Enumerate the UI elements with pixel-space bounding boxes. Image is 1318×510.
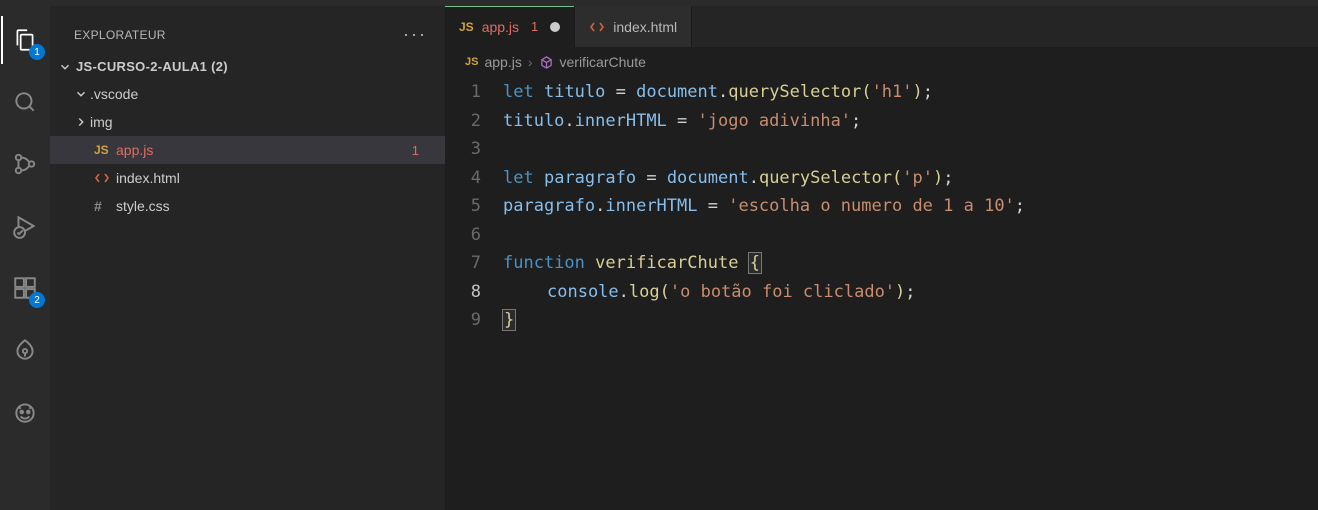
- js-file-icon: JS: [465, 56, 478, 68]
- activity-search[interactable]: [1, 78, 49, 126]
- tree-label: .vscode: [90, 86, 445, 102]
- symbol-method-icon: [539, 55, 554, 70]
- file-index-html[interactable]: index.html: [50, 164, 445, 192]
- chevron-down-icon: [58, 60, 72, 74]
- tree-label: style.css: [116, 198, 445, 214]
- line-number: 8: [445, 278, 481, 307]
- activity-source-control[interactable]: [1, 140, 49, 188]
- editor-tabs: JS app.js 1 index.html: [445, 6, 1318, 48]
- js-file-icon: JS: [94, 143, 116, 157]
- css-file-icon: #: [94, 198, 116, 214]
- tab-index-html[interactable]: index.html: [575, 6, 692, 47]
- tab-error-count: 1: [531, 19, 538, 34]
- chevron-down-icon: [74, 87, 90, 101]
- activity-debug[interactable]: [1, 202, 49, 250]
- tree-label: index.html: [116, 170, 445, 186]
- tab-label: app.js: [482, 19, 519, 35]
- editor-group: JS app.js 1 index.html JS app.js › verif…: [445, 6, 1318, 510]
- code-content[interactable]: let titulo = document.querySelector('h1'…: [503, 78, 1318, 510]
- line-number: 3: [445, 135, 481, 164]
- breadcrumb-file[interactable]: app.js: [484, 54, 521, 70]
- html-file-icon: [94, 170, 116, 186]
- line-number: 1: [445, 78, 481, 107]
- activity-gitlens[interactable]: [1, 326, 49, 374]
- project-header[interactable]: JS-CURSO-2-AULA1 (2): [50, 55, 445, 78]
- activity-bar: 1 2: [0, 6, 50, 510]
- line-number: 4: [445, 164, 481, 193]
- tree-label: app.js: [116, 142, 412, 158]
- line-number: 5: [445, 192, 481, 221]
- dirty-indicator-icon: [550, 22, 560, 32]
- tree-label: img: [90, 114, 445, 130]
- error-count: 1: [412, 143, 445, 158]
- line-number: 6: [445, 221, 481, 250]
- line-number: 7: [445, 249, 481, 278]
- activity-explorer[interactable]: 1: [1, 16, 49, 64]
- project-name: JS-CURSO-2-AULA1 (2): [76, 59, 228, 74]
- tab-label: index.html: [613, 19, 677, 35]
- activity-robot[interactable]: [1, 388, 49, 436]
- line-gutter: 1 2 3 4 5 6 7 8 9: [445, 78, 503, 510]
- line-number: 2: [445, 107, 481, 136]
- chevron-right-icon: ›: [528, 54, 533, 70]
- explorer-badge: 1: [29, 44, 45, 60]
- chevron-right-icon: [74, 115, 90, 129]
- activity-extensions[interactable]: 2: [1, 264, 49, 312]
- line-number: 9: [445, 306, 481, 335]
- tab-app-js[interactable]: JS app.js 1: [445, 6, 575, 47]
- breadcrumbs[interactable]: JS app.js › verificarChute: [445, 48, 1318, 76]
- sidebar-more-icon[interactable]: ···: [403, 24, 427, 45]
- sidebar-explorer: EXPLORATEUR ··· JS-CURSO-2-AULA1 (2) .vs…: [50, 6, 445, 510]
- file-app-js[interactable]: JS app.js 1: [50, 136, 445, 164]
- js-file-icon: JS: [459, 20, 474, 34]
- extensions-badge: 2: [29, 292, 45, 308]
- code-editor[interactable]: 1 2 3 4 5 6 7 8 9 let titulo = document.…: [445, 76, 1318, 510]
- breadcrumb-symbol[interactable]: verificarChute: [560, 54, 646, 70]
- sidebar-title: EXPLORATEUR: [74, 28, 166, 42]
- folder-img[interactable]: img: [50, 108, 445, 136]
- html-file-icon: [589, 19, 605, 35]
- file-style-css[interactable]: # style.css: [50, 192, 445, 220]
- folder-vscode[interactable]: .vscode: [50, 80, 445, 108]
